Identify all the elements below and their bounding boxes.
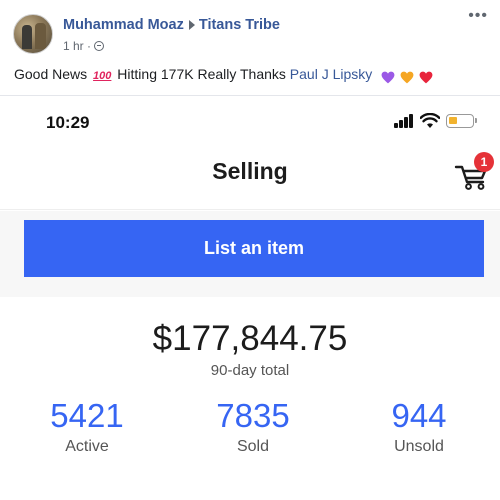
- wifi-icon: [420, 113, 440, 128]
- status-bar: 10:29: [0, 96, 500, 146]
- stat-sold[interactable]: 7835 Sold: [188, 397, 318, 456]
- group-name-link[interactable]: Titans Tribe: [199, 17, 280, 33]
- post-header: Muhammad Moaz Titans Tribe 1 hr · ••• Goo…: [0, 0, 500, 95]
- list-an-item-button[interactable]: List an item: [24, 220, 484, 277]
- total-label: 90-day total: [210, 362, 290, 379]
- author-name-link[interactable]: Muhammad Moaz: [63, 17, 184, 33]
- battery-level: [449, 117, 457, 124]
- stat-value: 944: [391, 397, 447, 434]
- signal-icon: [394, 114, 416, 128]
- arrow-right-icon: [188, 19, 195, 30]
- stat-value: 7835: [216, 397, 290, 434]
- stat-value: 5421: [50, 397, 124, 434]
- status-icons: [394, 113, 478, 131]
- sales-summary: $177,844.75 90-day total 5421 Active 783…: [0, 297, 500, 500]
- total-amount: $177,844.75: [152, 319, 348, 358]
- status-clock: 10:29: [46, 113, 90, 132]
- stat-label: Sold: [236, 438, 270, 455]
- post-text: Good News 100 Hitting 177K Really Thanks…: [14, 66, 434, 84]
- cart-badge: 1: [474, 152, 494, 172]
- avatar-figure: [22, 25, 32, 49]
- hearts-emoji-group: [381, 68, 434, 84]
- hundred-points-icon: 100: [93, 70, 112, 82]
- page-title: Selling: [212, 158, 288, 184]
- avatar-figure: [35, 23, 46, 49]
- selling-content: List an item $177,844.75 90-day total 54…: [0, 211, 500, 500]
- post-author-line: Muhammad Moaz Titans Tribe: [63, 17, 280, 33]
- post-text-middle: Hitting 177K Really Thanks: [117, 66, 286, 82]
- nav-bar: Selling 1: [0, 146, 500, 210]
- stat-label: Active: [65, 438, 109, 455]
- post-timestamp[interactable]: 1 hr ·: [63, 39, 91, 53]
- mention-link[interactable]: Paul J Lipsky: [290, 66, 372, 82]
- purple-heart-icon: [381, 71, 395, 84]
- avatar[interactable]: [13, 14, 53, 54]
- stat-unsold[interactable]: 944 Unsold: [354, 397, 484, 456]
- red-heart-icon: [419, 71, 433, 84]
- more-options-icon[interactable]: •••: [468, 7, 488, 25]
- post-text-start: Good News: [14, 66, 88, 82]
- post-meta: 1 hr ·: [63, 39, 105, 53]
- battery-icon: [446, 114, 477, 128]
- audience-icon: [94, 41, 105, 51]
- stat-active[interactable]: 5421 Active: [22, 397, 152, 456]
- phone-screenshot: 10:29 Selling 1 List an item $177,844.75…: [0, 95, 500, 500]
- orange-heart-icon: [400, 71, 414, 84]
- stat-label: Unsold: [394, 438, 444, 455]
